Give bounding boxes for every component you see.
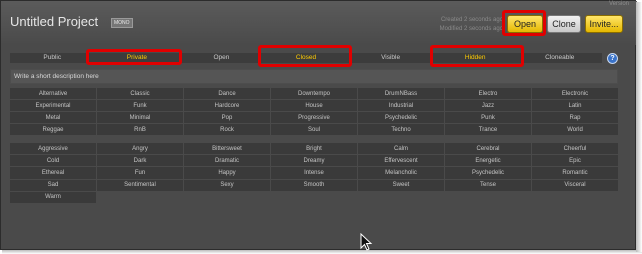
mood-tag-fun[interactable]: Fun [97,167,183,179]
project-settings-panel: Version Untitled Project MONO Created 2 … [0,0,637,250]
genre-tag-experimental[interactable]: Experimental [10,100,96,111]
genre-tag-drumnbass[interactable]: DrumNBass [358,88,444,99]
genre-tag-techno[interactable]: Techno [358,124,444,135]
visibility-tabs: Public Private Open Closed Visible Hidden Clon… [10,53,602,63]
genre-tag-progressive[interactable]: Progressive [271,112,357,123]
mouse-cursor-icon [360,233,373,251]
description-input[interactable]: Write a short description here [10,69,618,84]
mood-tag-intense[interactable]: Intense [271,167,357,179]
tab-public[interactable]: Public [10,53,95,63]
mood-tag-sweet[interactable]: Sweet [358,179,444,191]
mood-tag-psychedelic[interactable]: Psychedelic [445,167,531,179]
mood-tag-happy[interactable]: Happy [184,167,270,179]
mood-tag-dark[interactable]: Dark [97,155,183,167]
genre-tag-minimal[interactable]: Minimal [97,112,183,123]
tab-cloneable[interactable]: Cloneable [517,53,602,63]
mood-tag-tense[interactable]: Tense [445,179,531,191]
genre-tag-rock[interactable]: Rock [184,124,270,135]
tab-visible[interactable]: Visible [348,53,433,63]
mood-grid: Aggressive Angry Bittersweet Bright Calm Cere… [10,143,618,203]
mood-tag-effervescent[interactable]: Effervescent [358,155,444,167]
genre-tag-punk[interactable]: Punk [445,112,531,123]
mood-tag-bittersweet[interactable]: Bittersweet [184,143,270,155]
genre-tag-alternative[interactable]: Alternative [10,88,96,99]
mood-tag-aggressive[interactable]: Aggressive [10,143,96,155]
clone-button[interactable]: Clone [547,15,581,33]
genre-tag-psychedelic[interactable]: Psychedelic [358,112,444,123]
invite-button[interactable]: Invite... [585,15,623,33]
genre-tag-soul[interactable]: Soul [271,124,357,135]
help-icon[interactable]: ? [607,53,618,64]
mood-tag-energetic[interactable]: Energetic [445,155,531,167]
mood-tag-dramatic[interactable]: Dramatic [184,155,270,167]
genre-tag-world[interactable]: World [532,124,618,135]
genre-tag-industrial[interactable]: Industrial [358,100,444,111]
mood-tag-cold[interactable]: Cold [10,155,96,167]
mood-tag-calm[interactable]: Calm [358,143,444,155]
genre-tag-electro[interactable]: Electro [445,88,531,99]
mood-tag-dreamy[interactable]: Dreamy [271,155,357,167]
genre-tag-metal[interactable]: Metal [10,112,96,123]
tab-hidden[interactable]: Hidden [433,53,518,63]
genre-tag-funk[interactable]: Funk [97,100,183,111]
mood-tag-melancholic[interactable]: Melancholic [358,167,444,179]
open-button[interactable]: Open [507,15,543,33]
mood-tag-warm[interactable]: Warm [10,191,96,203]
mood-tag-smooth[interactable]: Smooth [271,179,357,191]
window-shadow [2,250,642,254]
tab-private[interactable]: Private [95,53,180,63]
created-timestamp: Created 2 seconds ago [440,17,503,23]
mood-tag-sad[interactable]: Sad [10,179,96,191]
genre-tag-pop[interactable]: Pop [184,112,270,123]
mood-tag-sexy[interactable]: Sexy [184,179,270,191]
genre-tag-reggae[interactable]: Reggae [10,124,96,135]
project-title[interactable]: Untitled Project [10,14,98,29]
genre-tag-rap[interactable]: Rap [532,112,618,123]
mood-tag-romantic[interactable]: Romantic [532,167,618,179]
version-hint: Version [608,1,629,7]
mood-tag-cerebral[interactable]: Cerebral [445,143,531,155]
genre-tag-rnb[interactable]: RnB [97,124,183,135]
tab-closed[interactable]: Closed [264,53,349,63]
tab-open[interactable]: Open [179,53,264,63]
genre-tag-trance[interactable]: Trance [445,124,531,135]
genre-tag-dance[interactable]: Dance [184,88,270,99]
mood-tag-visceral[interactable]: Visceral [532,179,618,191]
mood-tag-sentimental[interactable]: Sentimental [97,179,183,191]
genre-tag-hardcore[interactable]: Hardcore [184,100,270,111]
mood-tag-angry[interactable]: Angry [97,143,183,155]
modified-timestamp: Modified 2 seconds ago [439,26,503,32]
window-shadow-right [636,2,642,252]
genre-tag-latin[interactable]: Latin [532,100,618,111]
mood-tag-ethereal[interactable]: Ethereal [10,167,96,179]
genre-tag-jazz[interactable]: Jazz [445,100,531,111]
genre-tag-classic[interactable]: Classic [97,88,183,99]
mood-tag-cheerful[interactable]: Cheerful [532,143,618,155]
mood-tag-epic[interactable]: Epic [532,155,618,167]
header-bar: Version Untitled Project MONO Created 2 … [1,1,637,45]
genre-tag-downtempo[interactable]: Downtempo [271,88,357,99]
genre-tag-house[interactable]: House [271,100,357,111]
mode-badge: MONO [111,18,133,28]
genre-tag-electronic[interactable]: Electronic [532,88,618,99]
genre-grid: Alternative Classic Dance Downtempo DrumNBas… [10,88,618,135]
mood-tag-bright[interactable]: Bright [271,143,357,155]
